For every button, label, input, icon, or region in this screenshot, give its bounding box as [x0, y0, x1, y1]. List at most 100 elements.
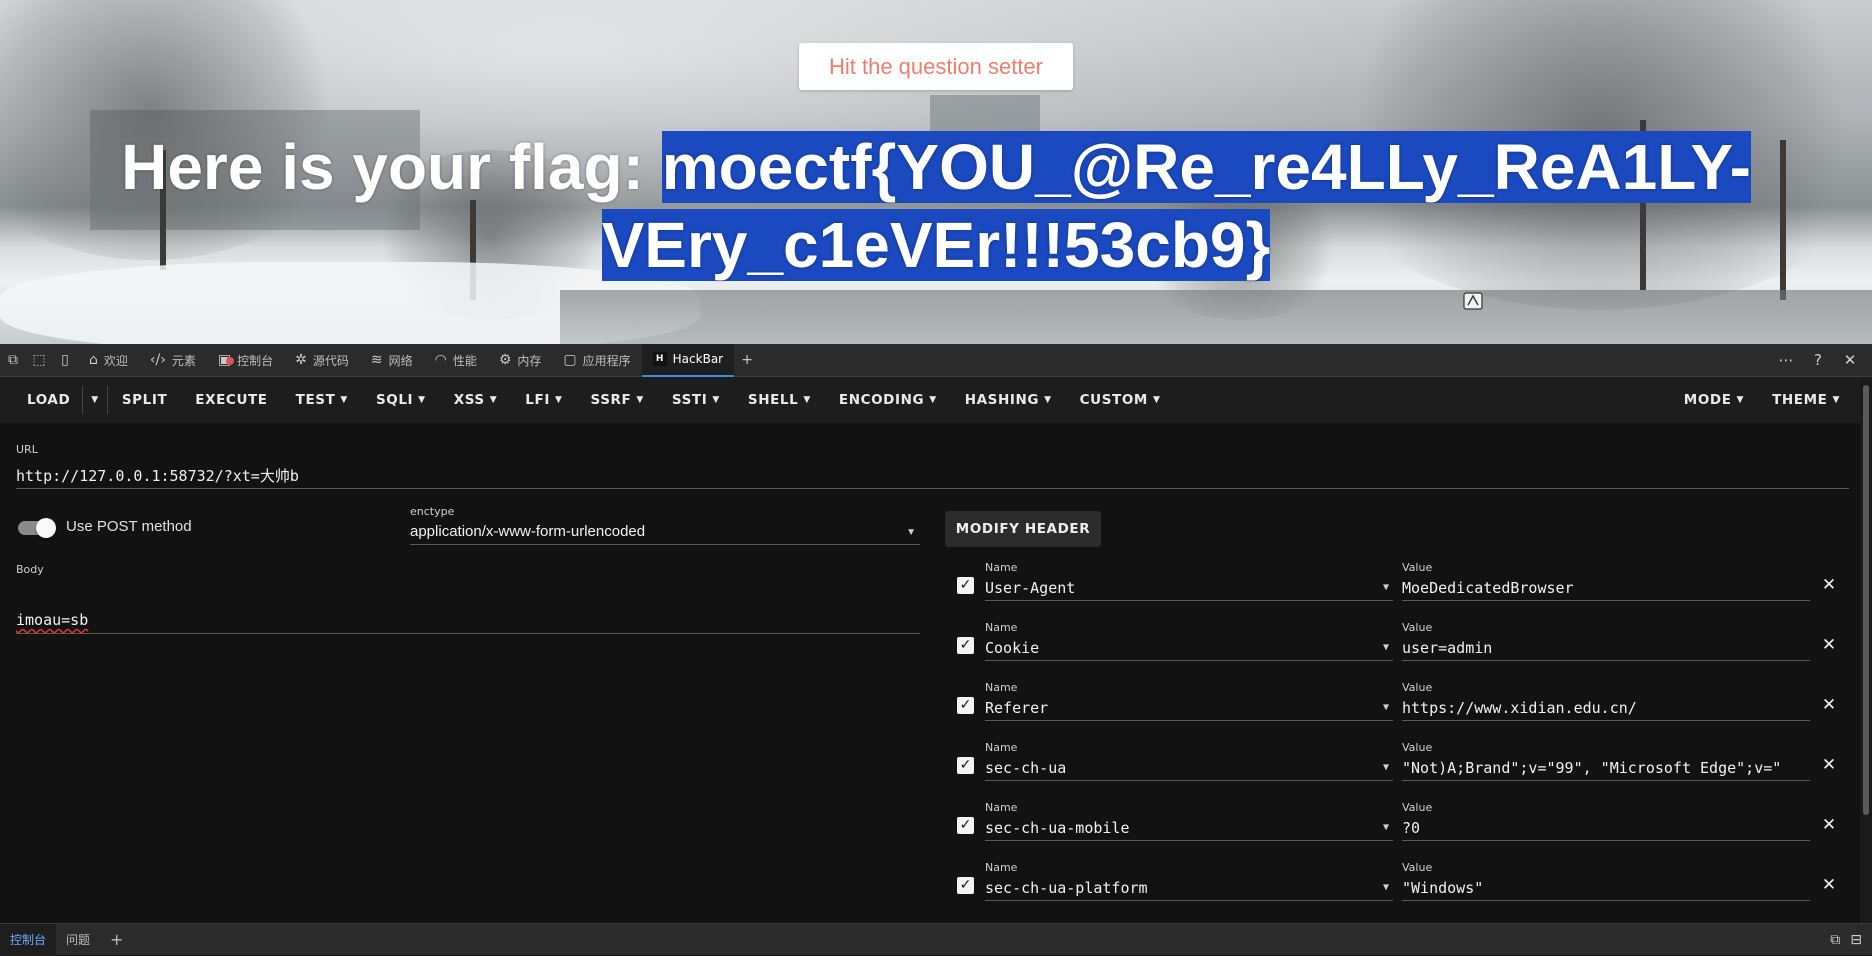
header-enabled-checkbox[interactable]: ✓ — [957, 817, 974, 834]
url-input[interactable]: http://127.0.0.1:58732/?xt=大帅b — [16, 463, 1849, 489]
hashing-menu[interactable]: HASHING ▼ — [951, 377, 1066, 423]
remove-header-icon[interactable]: ✕ — [1819, 875, 1839, 895]
more-options-icon[interactable]: ⋯ — [1772, 351, 1800, 369]
tree-trunk — [1780, 140, 1786, 300]
performance-icon: ◠ — [434, 352, 447, 368]
tab-application[interactable]: ▢ 应用程序 — [552, 344, 641, 377]
ssrf-label: SSRF — [590, 392, 632, 408]
close-drawer-icon[interactable]: ⊟ — [1850, 932, 1862, 948]
custom-label: CUSTOM — [1079, 392, 1148, 408]
test-menu[interactable]: TEST ▼ — [282, 377, 362, 423]
ssrf-menu[interactable]: SSRF ▼ — [576, 377, 657, 423]
remove-header-icon[interactable]: ✕ — [1819, 815, 1839, 835]
header-name-select[interactable]: sec-ch-ua ▼ — [985, 755, 1393, 781]
header-value-input[interactable]: MoeDedicatedBrowser — [1402, 575, 1810, 601]
flag-value-line1: moectf{YOU_@Re_re4LLy_ReA1LY- — [661, 131, 1751, 203]
mode-menu[interactable]: MODE ▼ — [1670, 377, 1758, 423]
header-name-select[interactable]: User-Agent ▼ — [985, 575, 1393, 601]
scrollbar-thumb[interactable] — [1863, 385, 1869, 815]
header-enabled-checkbox[interactable]: ✓ — [957, 877, 974, 894]
shell-label: SHELL — [747, 392, 799, 408]
encoding-menu[interactable]: ENCODING ▼ — [825, 377, 951, 423]
header-value-label: Value — [1402, 561, 1433, 574]
console-icon: ▣ — [217, 352, 235, 368]
memory-icon: ⚙ — [498, 352, 512, 368]
header-name-select[interactable]: sec-ch-ua-mobile ▼ — [985, 815, 1393, 841]
sqli-label: SQLI — [375, 392, 414, 408]
add-drawer-tab-icon[interactable]: + — [100, 924, 133, 956]
header-value-input[interactable]: "Windows" — [1402, 875, 1810, 901]
execute-label: EXECUTE — [195, 392, 268, 408]
header-value-label: Value — [1402, 741, 1433, 754]
header-value-input[interactable]: ?0 — [1402, 815, 1810, 841]
xss-label: XSS — [453, 392, 485, 408]
theme-menu[interactable]: THEME ▼ — [1758, 377, 1860, 423]
ssti-menu[interactable]: SSTI ▼ — [658, 377, 734, 423]
help-icon[interactable]: ? — [1804, 351, 1832, 369]
post-method-toggle[interactable] — [18, 518, 56, 538]
custom-menu[interactable]: CUSTOM ▼ — [1066, 377, 1175, 423]
shell-menu[interactable]: SHELL ▼ — [734, 377, 825, 423]
sources-icon: ✲ — [295, 352, 307, 368]
chevron-down-icon: ▼ — [1152, 395, 1161, 405]
remove-header-icon[interactable]: ✕ — [1819, 755, 1839, 775]
tab-network[interactable]: ≋ 网络 — [360, 344, 424, 377]
header-enabled-checkbox[interactable]: ✓ — [957, 757, 974, 774]
devtools-drawer: 控制台 问题 + ⧉ ⊟ — [0, 923, 1872, 956]
chevron-down-icon: ▼ — [906, 527, 916, 538]
header-value-input[interactable]: https://www.xidian.edu.cn/ — [1402, 695, 1810, 721]
tab-sources[interactable]: ✲ 源代码 — [284, 344, 360, 377]
url-label: URL — [16, 443, 38, 456]
header-value-input[interactable]: "Not)A;Brand";v="99", "Microsoft Edge";v… — [1402, 755, 1810, 781]
header-name-select[interactable]: Cookie ▼ — [985, 635, 1393, 661]
remove-header-icon[interactable]: ✕ — [1819, 695, 1839, 715]
sqli-menu[interactable]: SQLI ▼ — [362, 377, 440, 423]
load-label: LOAD — [27, 392, 71, 408]
execute-button[interactable]: EXECUTE — [181, 377, 281, 423]
load-button[interactable]: LOAD — [0, 377, 82, 423]
load-dropdown-button[interactable]: ▼ — [83, 377, 107, 423]
translate-cursor-icon — [1463, 292, 1483, 310]
header-row: ✓ Name sec-ch-ua-platform ▼ Value "Window… — [945, 855, 1845, 915]
header-enabled-checkbox[interactable]: ✓ — [957, 637, 974, 654]
add-tab-icon[interactable]: + — [734, 344, 760, 377]
header-name-select[interactable]: Referer ▼ — [985, 695, 1393, 721]
drawer-tab-console[interactable]: 控制台 — [0, 923, 57, 956]
tab-hackbar[interactable]: H HackBar — [641, 343, 735, 377]
tab-console[interactable]: ▣ 控制台 — [207, 344, 284, 377]
flag-prefix: Here is your flag: — [121, 131, 662, 203]
device-toolbar-icon[interactable]: ⧉ — [0, 344, 26, 377]
drawer-tab-issues[interactable]: 问题 — [56, 924, 100, 956]
dock-side-icon[interactable]: ▯ — [52, 344, 78, 377]
xss-menu[interactable]: XSS ▼ — [440, 377, 512, 423]
tab-memory[interactable]: ⚙ 内存 — [488, 344, 553, 377]
split-button[interactable]: SPLIT — [108, 377, 181, 423]
flag-value-line2: VEry_c1eVEr!!!53cb9} — [601, 209, 1271, 281]
header-enabled-checkbox[interactable]: ✓ — [957, 577, 974, 594]
remove-header-icon[interactable]: ✕ — [1819, 575, 1839, 595]
body-value: imoau=sb — [16, 611, 89, 629]
header-name-value: sec-ch-ua-platform — [985, 879, 1148, 897]
home-icon: ⌂ — [89, 352, 98, 368]
tab-elements[interactable]: ‹/› 元素 — [139, 344, 207, 377]
inspect-element-icon[interactable]: ⬚ — [26, 344, 52, 377]
chevron-down-icon: ▼ — [1382, 882, 1389, 893]
modify-header-button[interactable]: MODIFY HEADER — [945, 511, 1101, 547]
header-enabled-checkbox[interactable]: ✓ — [957, 697, 974, 714]
tab-welcome[interactable]: ⌂ 欢迎 — [78, 344, 139, 377]
header-name-value: sec-ch-ua-mobile — [985, 819, 1130, 837]
header-name-select[interactable]: sec-ch-ua-platform ▼ — [985, 875, 1393, 901]
remove-header-icon[interactable]: ✕ — [1819, 635, 1839, 655]
tab-performance[interactable]: ◠ 性能 — [424, 344, 488, 377]
header-value-input[interactable]: user=admin — [1402, 635, 1810, 661]
hackbar-scrollbar[interactable] — [1860, 377, 1872, 923]
hit-question-setter-button[interactable]: Hit the question setter — [799, 43, 1073, 90]
body-textarea[interactable]: imoau=sb — [16, 606, 920, 634]
chevron-down-icon: ▼ — [554, 395, 563, 405]
chevron-down-icon: ▼ — [1382, 822, 1389, 833]
undock-drawer-icon[interactable]: ⧉ — [1830, 932, 1840, 948]
close-devtools-icon[interactable]: ✕ — [1836, 351, 1864, 369]
enctype-select[interactable]: application/x-www-form-urlencoded ▼ — [410, 523, 920, 545]
lfi-menu[interactable]: LFI ▼ — [511, 377, 576, 423]
tab-label: 网络 — [388, 353, 413, 368]
